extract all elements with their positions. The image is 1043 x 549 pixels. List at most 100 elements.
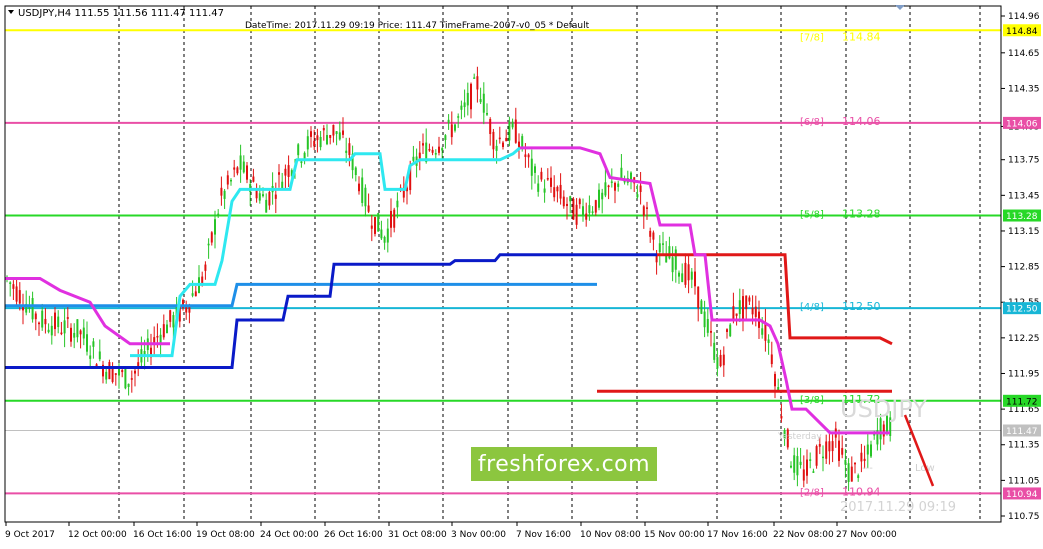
candle-body [514,119,517,143]
candle-body [761,328,764,335]
candle-body [649,230,652,237]
candle-body [489,119,492,135]
candle-body [790,465,792,468]
candle-body [70,327,72,342]
candle-body [89,355,92,359]
candle-body [31,298,34,320]
candle-body [393,209,396,228]
x-tick-label: 9 Oct 2017 [5,530,55,540]
candle-body [374,217,376,234]
candle-body [671,257,674,273]
candle-body [694,271,696,287]
candle-body [620,167,623,178]
candle-body [342,130,344,135]
candle-body [15,286,18,302]
candle-body [658,243,661,253]
candle-body [511,121,514,128]
candle-body [450,124,453,138]
murrey-level-value: 114.06 [842,115,881,128]
candle-body [246,165,248,180]
candle-body [262,194,264,197]
price-box-label: 114.06 [1006,119,1038,129]
candle-body [297,144,300,156]
candle-body [335,131,338,135]
candle-body [534,166,536,173]
candle-body [543,188,546,193]
candle-body [748,297,751,302]
candle-body [444,135,447,140]
candle-body [252,176,255,182]
candle-body [338,132,341,140]
candle-body [870,444,872,457]
candle-body [191,293,194,296]
candle-body [802,469,805,481]
murrey-level-value: 110.94 [842,485,881,498]
candle-body [607,185,610,188]
candle-body [815,446,818,466]
candle-body [767,339,770,343]
candle-body [585,213,588,220]
candle-body [818,443,821,447]
x-tick-label: 26 Oct 16:00 [324,530,383,540]
candle-body [185,306,188,313]
candle-body [601,192,604,200]
candle-body [774,373,776,387]
watermark-text: freshforex.com [477,451,651,477]
candle-body [438,146,440,153]
x-tick-label: 3 Nov 00:00 [451,530,506,540]
candle-body [809,459,812,461]
candle-body [114,373,117,375]
candle-body [540,171,543,180]
candle-body [614,182,616,191]
candle-body [118,367,120,376]
candle-body [300,161,303,164]
y-tick-label: 113.45 [1008,191,1040,201]
candle-body [412,156,415,161]
candle-body [242,161,245,173]
candle-body [236,167,239,174]
y-tick-label: 113.75 [1008,156,1040,166]
candle-body [441,148,444,151]
candle-body [665,255,668,263]
candle-body [358,183,360,192]
candle-body [319,136,322,148]
murrey-level-name: [2/8] [800,487,824,498]
candle-body [793,455,796,473]
candle-body [428,148,431,151]
dash-label: --- [862,463,873,474]
candle-body [700,300,703,314]
candle-body [604,182,607,196]
candle-body [162,324,165,338]
candle-body [431,149,434,153]
yesterday-label: Yesterday [777,432,822,442]
candle-body [12,284,15,289]
candle-body [332,124,335,136]
candle-body [569,196,572,202]
candle-body [860,452,863,462]
y-tick-label: 114.96 [1008,12,1040,22]
info-line: DateTime: 2017.11.29 09:19 Price: 111.47… [245,21,590,31]
candle-body [396,200,399,208]
candle-body [98,351,101,360]
candle-body [239,155,242,170]
candle-body [166,324,168,334]
candle-body [847,463,850,482]
candle-body [38,322,40,325]
candle-body [687,264,690,281]
candle-body [54,312,56,330]
candle-body [9,282,12,284]
candle-body [105,371,108,380]
candle-body [562,196,565,207]
candle-body [706,318,709,333]
candle-body [553,187,556,198]
candle-body [303,152,306,159]
candle-body [537,183,540,192]
murrey-level-value: 114.84 [842,30,881,43]
candle-body [841,448,844,455]
candle-body [278,172,280,175]
candle-body [546,178,549,180]
candle-body [825,441,828,459]
candle-body [863,458,866,461]
candle-body [777,387,780,390]
x-tick-label: 7 Nov 16:00 [516,530,571,540]
